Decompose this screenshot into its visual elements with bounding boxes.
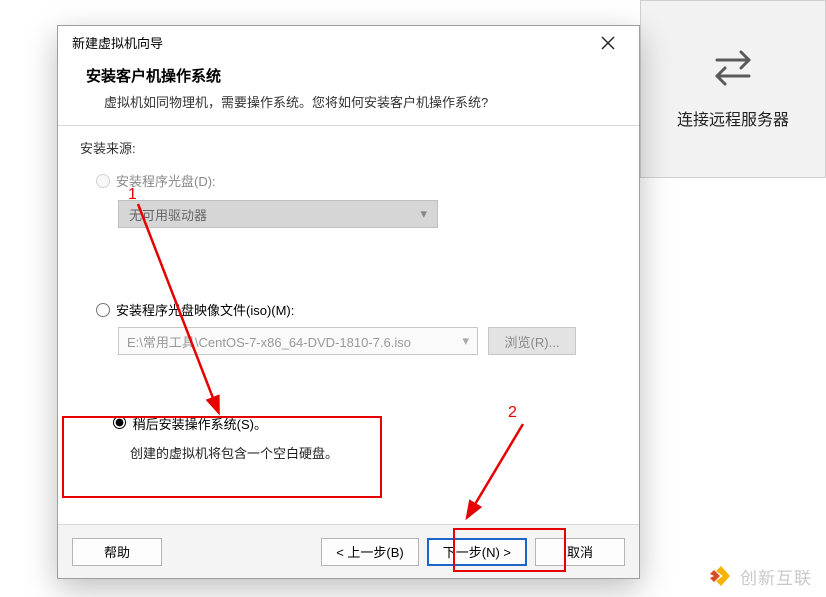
disc-drive-value: 无可用驱动器	[129, 205, 207, 224]
new-vm-wizard-dialog: 新建虚拟机向导 安装客户机操作系统 虚拟机如同物理机，需要操作系统。您将如何安装…	[57, 25, 640, 579]
dialog-title: 新建虚拟机向导	[72, 33, 163, 52]
cancel-button[interactable]: 取消	[535, 538, 625, 566]
close-icon	[601, 36, 615, 50]
back-button[interactable]: < 上一步(B)	[321, 538, 419, 566]
swap-icon	[711, 48, 755, 88]
browse-button-label: 浏览(R)...	[505, 332, 560, 351]
cancel-button-label: 取消	[567, 542, 593, 561]
dialog-body: 安装来源: 安装程序光盘(D): 无可用驱动器 ▾ 安装程序光盘映像文件(iso…	[58, 126, 639, 524]
help-button[interactable]: 帮助	[72, 538, 162, 566]
chevron-down-icon: ▾	[462, 333, 469, 349]
header-title: 安装客户机操作系统	[86, 65, 611, 86]
option-install-iso: 安装程序光盘映像文件(iso)(M): E:\常用工具\CentOS-7-x86…	[96, 300, 617, 355]
option-install-later: 稍后安装操作系统(S)。 创建的虚拟机将包含一个空白硬盘。	[96, 405, 617, 472]
chevron-down-icon: ▾	[420, 206, 427, 222]
dialog-header: 安装客户机操作系统 虚拟机如同物理机，需要操作系统。您将如何安装客户机操作系统?	[58, 59, 639, 125]
option-install-iso-row[interactable]: 安装程序光盘映像文件(iso)(M):	[96, 300, 617, 319]
side-panel-label: 连接远程服务器	[677, 106, 789, 130]
header-subtitle: 虚拟机如同物理机，需要操作系统。您将如何安装客户机操作系统?	[86, 92, 611, 111]
disc-drive-combo: 无可用驱动器 ▾	[118, 200, 438, 228]
close-button[interactable]	[587, 28, 629, 58]
option-install-iso-label: 安装程序光盘映像文件(iso)(M):	[116, 300, 294, 319]
install-source-label: 安装来源:	[80, 138, 617, 157]
titlebar: 新建虚拟机向导	[58, 26, 639, 59]
next-button[interactable]: 下一步(N) >	[427, 538, 527, 566]
side-panel[interactable]: 连接远程服务器	[640, 0, 826, 178]
option-install-disc-label: 安装程序光盘(D):	[116, 171, 216, 190]
option-install-later-row[interactable]: 稍后安装操作系统(S)。	[108, 417, 267, 432]
radio-install-disc	[96, 174, 110, 188]
option-install-later-desc: 创建的虚拟机将包含一个空白硬盘。	[130, 443, 605, 462]
logo-text: 创新互联	[740, 564, 812, 589]
option-install-disc: 安装程序光盘(D): 无可用驱动器 ▾	[96, 171, 617, 228]
radio-install-later[interactable]	[113, 416, 126, 429]
iso-path-value: E:\常用工具\CentOS-7-x86_64-DVD-1810-7.6.iso	[127, 332, 411, 351]
watermark-logo: 创新互联	[708, 563, 812, 589]
browse-button: 浏览(R)...	[488, 327, 576, 355]
help-button-label: 帮助	[104, 542, 130, 561]
option-install-later-label: 稍后安装操作系统(S)。	[133, 417, 267, 432]
radio-install-iso[interactable]	[96, 303, 110, 317]
back-button-label: < 上一步(B)	[336, 542, 404, 561]
dialog-footer: 帮助 < 上一步(B) 下一步(N) > 取消	[58, 524, 639, 578]
iso-path-combo[interactable]: E:\常用工具\CentOS-7-x86_64-DVD-1810-7.6.iso…	[118, 327, 478, 355]
option-install-disc-row[interactable]: 安装程序光盘(D):	[96, 171, 617, 190]
next-button-label: 下一步(N) >	[443, 542, 511, 561]
logo-icon	[708, 563, 734, 589]
